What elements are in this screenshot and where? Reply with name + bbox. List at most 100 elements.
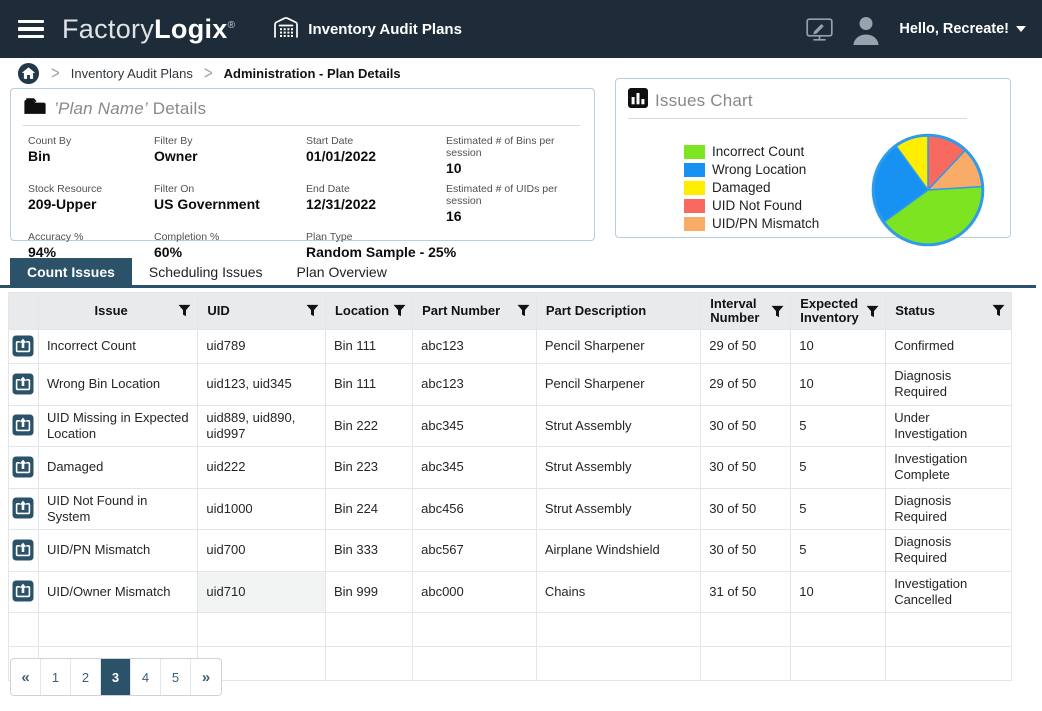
legend-item-uid-not-found: UID Not Found <box>684 198 819 213</box>
cell-expected-inventory: 10 <box>791 364 886 406</box>
filter-icon-uid[interactable] <box>306 304 319 317</box>
field-value: Bin <box>28 148 154 164</box>
cell-part-number: abc123 <box>413 364 537 406</box>
plan-field-end-date: End Date12/31/2022 <box>306 183 446 224</box>
field-label: Start Date <box>306 135 446 147</box>
warehouse-icon <box>273 16 299 43</box>
bar-chart-icon <box>628 88 648 113</box>
issues-chart-header: Issues Chart <box>628 88 967 119</box>
field-value: 209-Upper <box>28 196 154 212</box>
legend-swatch <box>684 145 705 159</box>
legend-item-incorrect-count: Incorrect Count <box>684 144 819 159</box>
cell-uid: uid700 <box>198 530 326 572</box>
user-avatar[interactable] <box>849 13 883 45</box>
cell-part-number: abc345 <box>413 405 537 447</box>
field-label: Plan Type <box>306 231 580 243</box>
table-row: UID/Owner Mismatchuid710Bin 999abc000Cha… <box>9 571 1012 613</box>
legend-swatch <box>684 217 705 231</box>
column-label: Expected Inventory <box>800 297 862 326</box>
open-issue-button[interactable] <box>12 580 34 602</box>
empty-cell <box>198 613 326 647</box>
cell-status: Diagnosis Required <box>886 530 1012 572</box>
cell-location: Bin 223 <box>325 447 412 489</box>
column-label: UID <box>207 304 229 318</box>
legend-label: Incorrect Count <box>712 144 804 159</box>
count-issues-table: IssueUIDLocationPart NumberPart Descript… <box>8 292 1012 681</box>
cell-location: Bin 224 <box>325 488 412 530</box>
tab-scheduling-issues[interactable]: Scheduling Issues <box>132 258 280 285</box>
column-label: Issue <box>48 304 174 318</box>
empty-cell <box>886 647 1012 681</box>
legend-swatch <box>684 163 705 177</box>
cell-status: Diagnosis Required <box>886 364 1012 406</box>
field-label: Filter On <box>154 183 306 195</box>
filter-icon-interval-number[interactable] <box>771 305 784 318</box>
user-menu[interactable]: Hello, Recreate! <box>899 21 1026 37</box>
filter-icon-expected-inventory[interactable] <box>866 305 879 318</box>
view-tabs: Count IssuesScheduling IssuesPlan Overvi… <box>10 258 404 285</box>
page-button-1[interactable]: 1 <box>41 659 71 695</box>
open-issue-button[interactable] <box>12 539 34 561</box>
column-header-expected-inventory: Expected Inventory <box>791 293 886 330</box>
cell-issue: UID Missing in Expected Location <box>38 405 197 447</box>
column-label: Status <box>895 304 935 318</box>
column-header-issue: Issue <box>38 293 197 330</box>
filter-icon-location[interactable] <box>393 304 406 317</box>
cell-expected-inventory: 5 <box>791 530 886 572</box>
logo-registered-mark: ® <box>228 20 236 31</box>
page-button-5[interactable]: 5 <box>161 659 191 695</box>
menu-icon[interactable] <box>18 20 44 39</box>
empty-cell <box>413 647 537 681</box>
breadcrumb-link-inventory-audit-plans[interactable]: Inventory Audit Plans <box>71 66 193 81</box>
remote-session-icon[interactable] <box>806 18 833 41</box>
filter-icon-status[interactable] <box>992 304 1005 317</box>
next-page-button[interactable]: » <box>191 659 221 695</box>
row-actions-cell <box>9 364 39 406</box>
plan-field-plan-type: Plan TypeRandom Sample - 25% <box>306 231 580 260</box>
cell-interval-number: 30 of 50 <box>701 530 791 572</box>
navbar-right: Hello, Recreate! <box>806 13 1026 45</box>
home-icon[interactable] <box>17 62 40 85</box>
open-issue-button[interactable] <box>12 414 34 436</box>
tab-count-issues[interactable]: Count Issues <box>10 258 132 285</box>
cell-part-description: Pencil Sharpener <box>536 364 700 406</box>
legend-swatch <box>684 199 705 213</box>
cell-issue: UID Not Found in System <box>38 488 197 530</box>
open-issue-button[interactable] <box>12 497 34 519</box>
open-issue-button[interactable] <box>12 373 34 395</box>
column-header-uid: UID <box>198 293 326 330</box>
open-issue-button[interactable] <box>12 456 34 478</box>
column-label: Interval Number <box>710 297 767 326</box>
column-header-location: Location <box>325 293 412 330</box>
cell-issue: Wrong Bin Location <box>38 364 197 406</box>
plan-details-title: ’Plan Name’ Details <box>54 99 206 119</box>
row-actions-cell <box>9 488 39 530</box>
table-row: Damageduid222Bin 223abc345Strut Assembly… <box>9 447 1012 489</box>
filter-icon-issue[interactable] <box>178 304 191 317</box>
page-button-3[interactable]: 3 <box>101 659 131 695</box>
cell-interval-number: 31 of 50 <box>701 571 791 613</box>
field-value: 12/31/2022 <box>306 196 446 212</box>
cell-part-description: Strut Assembly <box>536 488 700 530</box>
page-button-2[interactable]: 2 <box>71 659 101 695</box>
plan-details-header: ’Plan Name’ Details <box>23 98 580 126</box>
field-label: Accuracy % <box>28 231 154 243</box>
cell-interval-number: 29 of 50 <box>701 364 791 406</box>
empty-cell <box>413 613 537 647</box>
row-actions-cell <box>9 530 39 572</box>
plan-field-stock-resource: Stock Resource209-Upper <box>28 183 154 224</box>
prev-page-button[interactable]: « <box>11 659 41 695</box>
page-button-4[interactable]: 4 <box>131 659 161 695</box>
cell-part-description: Strut Assembly <box>536 447 700 489</box>
open-issue-button[interactable] <box>12 335 34 357</box>
caret-down-icon <box>1016 26 1026 32</box>
legend-item-damaged: Damaged <box>684 180 819 195</box>
issues-chart-card: Issues Chart Incorrect CountWrong Locati… <box>615 78 1011 238</box>
legend-item-uid-pn-mismatch: UID/PN Mismatch <box>684 216 819 231</box>
empty-cell <box>536 613 700 647</box>
tab-plan-overview[interactable]: Plan Overview <box>280 258 404 285</box>
module-header: Inventory Audit Plans <box>273 16 462 43</box>
column-label: Location <box>335 304 389 318</box>
column-label: Part Number <box>422 304 500 318</box>
filter-icon-part-number[interactable] <box>517 304 530 317</box>
